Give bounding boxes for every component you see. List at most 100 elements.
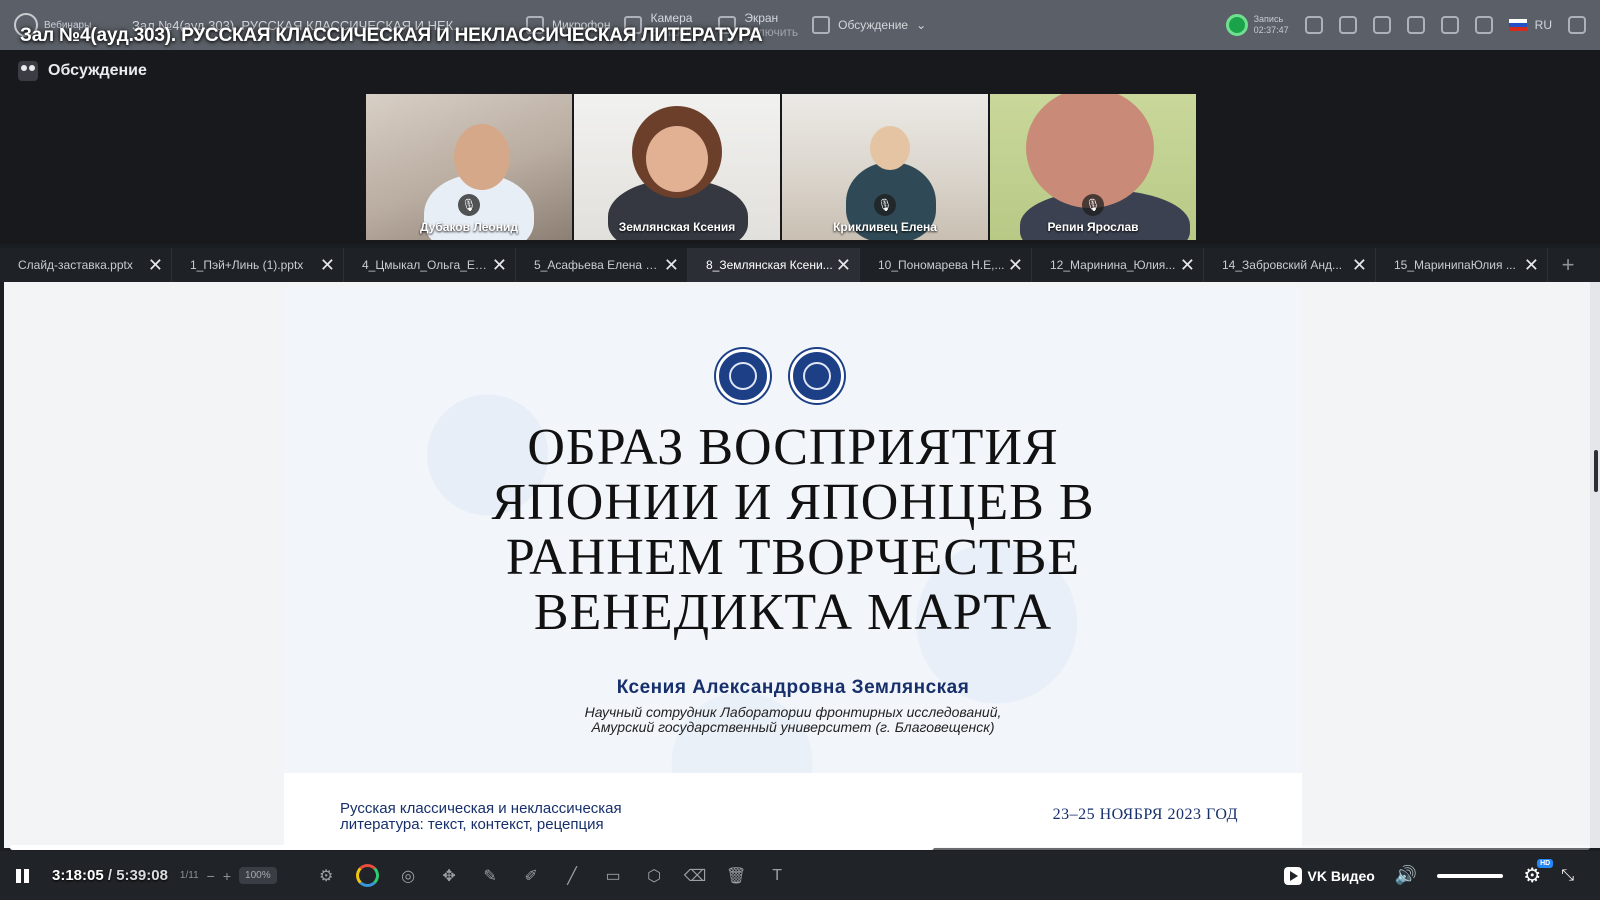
participant-name: Дубаков Леонид (419, 220, 518, 234)
folder-icon[interactable] (1372, 16, 1391, 34)
time-separator: / (103, 867, 117, 884)
participants-icon[interactable] (1406, 16, 1425, 34)
close-tab-icon[interactable]: ✕ (148, 255, 163, 276)
slide-affiliation: Научный сотрудник Лаборатории фронтирных… (284, 705, 1302, 735)
hd-badge: HD (1537, 859, 1554, 868)
discussion-label: Обсуждение (48, 62, 147, 79)
participant-tile[interactable]: 🎙 Крикливец Елена (782, 94, 988, 240)
participant-face (646, 126, 708, 192)
volume-icon[interactable]: 🔊 (1395, 865, 1417, 886)
trash-icon[interactable]: 🗑 (725, 864, 748, 887)
file-tab[interactable]: 10_Пономарева Н.Е,... ✕ (860, 248, 1032, 282)
exit-icon[interactable] (1568, 16, 1586, 34)
conference-name: Русская классическая и неклассическая ли… (340, 801, 622, 833)
vertical-scrollbar[interactable] (1590, 282, 1600, 848)
marker-icon[interactable]: ✐ (520, 864, 543, 887)
discussion-icon (18, 61, 38, 81)
conference-dates: 23–25 НОЯБРЯ 2023 ГОД (1052, 806, 1238, 823)
volume-slider[interactable] (1437, 873, 1504, 878)
file-tab[interactable]: 15_МаринипаЮлия ... ✕ (1376, 248, 1548, 282)
player-controls: 3:18:05 / 5:39:08 1/11 − + 100% ⚙ ◎ ✥ ✎ … (0, 851, 1600, 900)
file-tab-label: 5_Асафьева Елена В... (534, 258, 662, 272)
recording-label: Запись (1253, 14, 1284, 24)
video-title: Зал №4(ауд.303). РУССКАЯ КЛАССИЧЕСКАЯ И … (20, 25, 763, 46)
discussion-header: Обсуждение (0, 50, 1600, 92)
eraser-icon[interactable]: ⌫ (684, 864, 707, 887)
close-tab-icon[interactable]: ✕ (1524, 255, 1539, 276)
participant-face (870, 126, 910, 170)
close-tab-icon[interactable]: ✕ (492, 255, 507, 276)
slide-title-line: ВЕНЕДИКТА МАРТА (533, 584, 1053, 641)
move-icon[interactable]: ✥ (438, 864, 461, 887)
seek-bar-fill (10, 845, 935, 850)
language-label: RU (1534, 18, 1552, 32)
file-tab-label: 15_МаринипаЮлия ... (1394, 258, 1516, 272)
file-tab[interactable]: Слайд-заставка.pptx ✕ (0, 248, 172, 282)
file-tab[interactable]: 8_Землянская Ксени... ✕ (688, 248, 860, 282)
file-tab[interactable]: 14_Забровский Анд... ✕ (1204, 248, 1376, 282)
layout-label: Обсуждение (838, 18, 909, 32)
slide-title-line: РАННЕМ ТВОРЧЕСТВЕ (505, 529, 1081, 586)
color-picker-icon[interactable] (355, 864, 379, 887)
slide-pager: 1/11 − + 100% (180, 867, 277, 884)
info-icon[interactable] (1440, 16, 1459, 34)
university-seal-icon (716, 349, 770, 403)
grid-icon (812, 16, 831, 34)
close-tab-icon[interactable]: ✕ (664, 255, 679, 276)
seek-bar[interactable] (10, 845, 1590, 850)
annotation-tools: ⚙ ◎ ✥ ✎ ✐ ╱ ▭ ⬡ ⌫ 🗑 T (315, 864, 789, 887)
screen-label: Экран (744, 11, 779, 25)
file-tab[interactable]: 4_Цмыкал_Ольга_Ев... ✕ (344, 248, 516, 282)
add-tab-icon[interactable]: + (1548, 248, 1588, 282)
participant-tile[interactable]: Землянская Ксения (574, 94, 780, 240)
brush-icon[interactable]: ✎ (479, 864, 502, 887)
grid-view-icon[interactable] (1304, 16, 1323, 34)
mic-off-icon: 🎙 (1082, 194, 1104, 216)
file-tab[interactable]: 12_Маринина_Юлия... ✕ (1032, 248, 1204, 282)
university-emblem-icon (790, 349, 844, 403)
quality-settings-button[interactable]: ⚙ HD (1523, 859, 1554, 888)
slide-footer: Русская классическая и неклассическая ли… (284, 773, 1302, 847)
file-tab[interactable]: 1_Пэй+Линь (1).pptx ✕ (172, 248, 344, 282)
file-tab-label: 4_Цмыкал_Ольга_Ев... (362, 258, 490, 272)
close-tab-icon[interactable]: ✕ (320, 255, 335, 276)
line-icon[interactable]: ╱ (561, 864, 584, 887)
participant-strip: 🎙 Дубаков Леонид Землянская Ксения 🎙 Кри… (0, 92, 1600, 244)
language-select[interactable]: RU (1508, 18, 1552, 32)
slide-title-line: ОБРАЗ ВОСПРИЯТИЯ (527, 419, 1059, 476)
pointer-icon[interactable]: ◎ (397, 864, 420, 887)
rectangle-icon[interactable]: ▭ (602, 864, 625, 887)
participant-tile[interactable]: 🎙 Дубаков Леонид (366, 94, 572, 240)
slide-author: Ксения Александровна Землянская (616, 677, 970, 698)
affiliation-line: Амурский государственный университет (г.… (591, 719, 995, 735)
scrollbar-thumb[interactable] (1594, 450, 1598, 492)
participant-tile[interactable]: 🎙 Репин Ярослав (990, 94, 1196, 240)
slide-title: ОБРАЗ ВОСПРИЯТИЯ ЯПОНИИ И ЯПОНЦЕВ В РАНН… (284, 420, 1302, 640)
pause-button[interactable] (14, 867, 32, 885)
participant-face (1026, 94, 1154, 208)
gear-icon[interactable]: ⚙ (315, 864, 338, 887)
recording-indicator: Запись 02:37:47 (1225, 14, 1289, 36)
exit-fullscreen-icon[interactable]: ⤡ (1561, 867, 1574, 885)
zoom-out-icon[interactable]: − (207, 868, 215, 884)
text-tool-icon[interactable]: T (766, 864, 789, 887)
total-time: 5:39:08 (116, 867, 168, 884)
layout-select[interactable]: Обсуждение ⌄ (812, 16, 926, 34)
participant-name: Крикливец Елена (833, 220, 937, 234)
file-tab-label: Слайд-заставка.pptx (18, 258, 133, 272)
zoom-in-icon[interactable]: + (223, 868, 231, 884)
conference-line: Русская классическая и неклассическая (340, 800, 622, 817)
recording-time: 02:37:47 (1253, 25, 1289, 35)
whiteboard-icon[interactable] (1338, 16, 1357, 34)
shape-icon[interactable]: ⬡ (643, 864, 666, 887)
file-tab[interactable]: 5_Асафьева Елена В... ✕ (516, 248, 688, 282)
file-tab-label: 12_Маринина_Юлия... (1050, 258, 1176, 272)
close-tab-icon[interactable]: ✕ (1352, 255, 1367, 276)
settings-icon[interactable] (1474, 16, 1493, 34)
close-tab-icon[interactable]: ✕ (1180, 255, 1195, 276)
zoom-level[interactable]: 100% (239, 867, 277, 884)
slide-title-line: ЯПОНИИ И ЯПОНЦЕВ В (491, 474, 1095, 531)
slide: ОБРАЗ ВОСПРИЯТИЯ ЯПОНИИ И ЯПОНЦЕВ В РАНН… (284, 287, 1302, 847)
close-tab-icon[interactable]: ✕ (1008, 255, 1023, 276)
close-tab-icon[interactable]: ✕ (836, 255, 851, 276)
